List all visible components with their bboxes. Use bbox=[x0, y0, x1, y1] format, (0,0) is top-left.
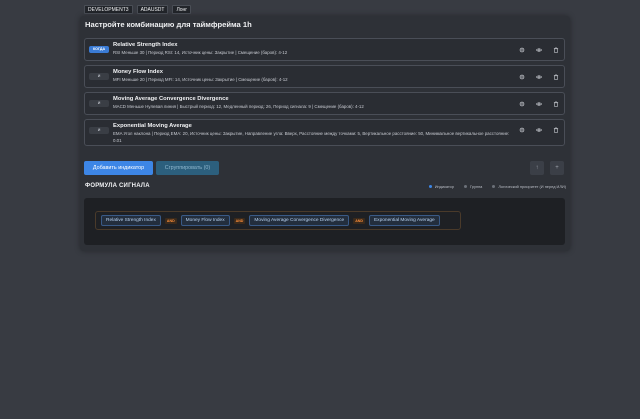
indicator-condition-badge[interactable]: КОГДА bbox=[89, 46, 109, 53]
indicator-condition-badge[interactable]: И bbox=[89, 73, 109, 80]
indicator-card-mfi[interactable]: И Money Flow Index MFI Меньше 20 | Перио… bbox=[84, 65, 565, 88]
move-down-button[interactable]: + bbox=[550, 161, 564, 175]
formula-operator[interactable]: AND bbox=[353, 217, 365, 224]
indicator-actions bbox=[518, 126, 560, 134]
indicator-card-ema[interactable]: И Exponential Moving Average EMA Угол на… bbox=[84, 119, 565, 146]
indicator-description: MACD Меньше Нулевая линия | Быстрый пери… bbox=[113, 104, 364, 109]
move-up-button[interactable]: ↑ bbox=[530, 161, 544, 175]
formula-expression: Relative Strength Index AND Money Flow I… bbox=[95, 211, 461, 230]
formula-chip-mfi[interactable]: Money Flow Index bbox=[180, 215, 230, 226]
combination-panel: Настройте комбинацию для таймфрейма 1h К… bbox=[80, 16, 570, 251]
indicator-description: MFI Меньше 20 | Период MFI: 14, Источник… bbox=[113, 77, 288, 82]
indicator-actions bbox=[518, 100, 560, 108]
formula-legend: Индикатор Группа Логический приоритет (И… bbox=[428, 184, 566, 189]
eye-icon[interactable] bbox=[535, 126, 543, 134]
indicator-name: Money Flow Index bbox=[113, 69, 163, 75]
tab-symbol[interactable]: ADAUSDT bbox=[136, 5, 169, 14]
settings-icon[interactable] bbox=[518, 100, 526, 108]
indicator-card-macd[interactable]: И Moving Average Convergence Divergence … bbox=[84, 92, 565, 115]
trash-icon[interactable] bbox=[552, 73, 560, 81]
trash-icon[interactable] bbox=[552, 46, 560, 54]
legend-item-group: Группа bbox=[464, 184, 482, 189]
group-button[interactable]: Сгруппировать (0) bbox=[156, 161, 219, 175]
eye-icon[interactable] bbox=[535, 100, 543, 108]
settings-icon[interactable] bbox=[518, 126, 526, 134]
indicator-actions bbox=[518, 73, 560, 81]
tab-development[interactable]: DEVELOPMENT3 bbox=[84, 5, 133, 14]
trash-icon[interactable] bbox=[552, 100, 560, 108]
formula-box: Relative Strength Index AND Money Flow I… bbox=[84, 198, 565, 245]
settings-icon[interactable] bbox=[518, 46, 526, 54]
trash-icon[interactable] bbox=[552, 126, 560, 134]
indicator-name: Exponential Moving Average bbox=[113, 123, 192, 129]
formula-operator[interactable]: AND bbox=[164, 217, 177, 224]
legend-item-indicator: Индикатор bbox=[428, 184, 454, 189]
indicator-card-rsi[interactable]: КОГДА Relative Strength Index RSI Меньше… bbox=[84, 38, 565, 61]
indicator-name: Moving Average Convergence Divergence bbox=[113, 96, 229, 102]
indicator-description: RSI Меньше 30 | Период RSI: 14, Источник… bbox=[113, 50, 288, 55]
formula-chip-ema[interactable]: Exponential Moving Average bbox=[368, 215, 440, 226]
indicator-actions bbox=[518, 46, 560, 54]
indicator-condition-badge[interactable]: И bbox=[89, 127, 109, 134]
legend-item-priority: Логический приоритет (И перед ИЛИ) bbox=[492, 184, 566, 189]
tab-direction[interactable]: Лонг bbox=[172, 5, 192, 14]
panel-title: Настройте комбинацию для таймфрейма 1h bbox=[85, 20, 252, 29]
indicator-condition-badge[interactable]: И bbox=[89, 100, 109, 107]
indicator-name: Relative Strength Index bbox=[113, 42, 178, 48]
top-tabs: DEVELOPMENT3 ADAUSDT Лонг bbox=[84, 5, 192, 14]
indicator-description: EMA Угол наклона | Период EMA: 20, Источ… bbox=[113, 131, 510, 143]
eye-icon[interactable] bbox=[535, 46, 543, 54]
formula-chip-rsi[interactable]: Relative Strength Index bbox=[101, 215, 161, 226]
indicator-list: КОГДА Relative Strength Index RSI Меньше… bbox=[84, 38, 565, 150]
add-indicator-button[interactable]: Добавить индикатор bbox=[84, 161, 153, 175]
eye-icon[interactable] bbox=[535, 73, 543, 81]
settings-icon[interactable] bbox=[518, 73, 526, 81]
formula-title: ФОРМУЛА СИГНАЛА bbox=[85, 183, 150, 189]
formula-operator[interactable]: AND bbox=[233, 217, 246, 224]
formula-chip-macd[interactable]: Moving Average Convergence Divergence bbox=[249, 215, 350, 226]
